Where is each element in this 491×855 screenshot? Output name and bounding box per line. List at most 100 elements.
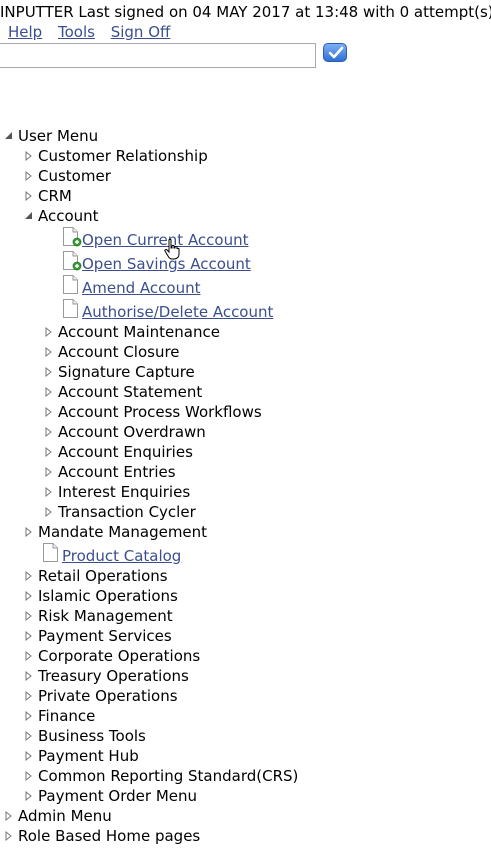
menu-folder-account-statement[interactable]: Account Statement — [0, 382, 491, 402]
help-link[interactable]: Help — [8, 23, 42, 41]
tools-link[interactable]: Tools — [58, 23, 95, 41]
collapsed-arrow-icon[interactable] — [23, 666, 35, 686]
menu-folder-admin-menu[interactable]: Admin Menu — [0, 806, 491, 826]
menu-folder-account-entries[interactable]: Account Entries — [0, 462, 491, 482]
collapsed-arrow-icon[interactable] — [23, 522, 35, 542]
collapsed-arrow-icon[interactable] — [23, 146, 35, 166]
menu-folder-crm[interactable]: CRM — [0, 186, 491, 206]
menu-item-label[interactable]: Common Reporting Standard(CRS) — [38, 766, 298, 786]
collapsed-arrow-icon[interactable] — [23, 726, 35, 746]
menu-item-label[interactable]: Account — [38, 206, 99, 226]
menu-item-label[interactable]: Product Catalog — [62, 544, 181, 568]
menu-item-label[interactable]: Transaction Cycler — [58, 502, 196, 522]
menu-item-label[interactable]: Account Maintenance — [58, 322, 220, 342]
sign-off-link[interactable]: Sign Off — [111, 23, 171, 41]
menu-item-label[interactable]: Payment Order Menu — [38, 786, 197, 806]
collapsed-arrow-icon[interactable] — [43, 362, 55, 382]
menu-folder-signature-capture[interactable]: Signature Capture — [0, 362, 491, 382]
collapsed-arrow-icon[interactable] — [3, 806, 15, 826]
collapsed-arrow-icon[interactable] — [23, 786, 35, 806]
menu-item-label[interactable]: Treasury Operations — [38, 666, 189, 686]
menu-item-label[interactable]: Business Tools — [38, 726, 146, 746]
menu-item-label[interactable]: Payment Services — [38, 626, 172, 646]
menu-item-label[interactable]: Role Based Home pages — [18, 826, 200, 846]
menu-folder-account-overdrawn[interactable]: Account Overdrawn — [0, 422, 491, 442]
collapsed-arrow-icon[interactable] — [23, 166, 35, 186]
menu-item-label[interactable]: Finance — [38, 706, 95, 726]
menu-folder-islamic-operations[interactable]: Islamic Operations — [0, 586, 491, 606]
collapsed-arrow-icon[interactable] — [43, 402, 55, 422]
menu-item-label[interactable]: Account Statement — [58, 382, 202, 402]
menu-folder-payment-services[interactable]: Payment Services — [0, 626, 491, 646]
menu-link-open-savings-account[interactable]: Open Savings Account — [0, 250, 491, 274]
collapsed-arrow-icon[interactable] — [23, 606, 35, 626]
menu-item-label[interactable]: Corporate Operations — [38, 646, 200, 666]
menu-item-label[interactable]: Retail Operations — [38, 566, 168, 586]
collapsed-arrow-icon[interactable] — [23, 646, 35, 666]
menu-folder-account-closure[interactable]: Account Closure — [0, 342, 491, 362]
menu-folder-private-operations[interactable]: Private Operations — [0, 686, 491, 706]
menu-item-label[interactable]: Account Overdrawn — [58, 422, 206, 442]
collapsed-arrow-icon[interactable] — [43, 442, 55, 462]
menu-folder-account[interactable]: Account — [0, 206, 491, 226]
menu-folder-role-based-home-pages[interactable]: Role Based Home pages — [0, 826, 491, 846]
collapsed-arrow-icon[interactable] — [23, 706, 35, 726]
menu-link-product-catalog[interactable]: Product Catalog — [0, 542, 491, 566]
collapsed-arrow-icon[interactable] — [43, 342, 55, 362]
menu-folder-customer-relationship[interactable]: Customer Relationship — [0, 146, 491, 166]
collapsed-arrow-icon[interactable] — [23, 686, 35, 706]
menu-item-label[interactable]: Customer Relationship — [38, 146, 208, 166]
go-button[interactable] — [323, 43, 347, 62]
menu-item-label[interactable]: User Menu — [18, 126, 98, 146]
collapsed-arrow-icon[interactable] — [43, 382, 55, 402]
collapsed-arrow-icon[interactable] — [23, 766, 35, 786]
collapsed-arrow-icon[interactable] — [3, 826, 15, 846]
menu-folder-finance[interactable]: Finance — [0, 706, 491, 726]
menu-folder-risk-management[interactable]: Risk Management — [0, 606, 491, 626]
collapsed-arrow-icon[interactable] — [23, 566, 35, 586]
menu-item-label[interactable]: Account Closure — [58, 342, 180, 362]
menu-folder-retail-operations[interactable]: Retail Operations — [0, 566, 491, 586]
menu-item-label[interactable]: Signature Capture — [58, 362, 195, 382]
menu-folder-payment-order-menu[interactable]: Payment Order Menu — [0, 786, 491, 806]
menu-link-authorise-delete-account[interactable]: Authorise/Delete Account — [0, 298, 491, 322]
collapsed-arrow-icon[interactable] — [43, 502, 55, 522]
collapsed-arrow-icon[interactable] — [23, 186, 35, 206]
menu-folder-transaction-cycler[interactable]: Transaction Cycler — [0, 502, 491, 522]
menu-folder-common-reporting-standard[interactable]: Common Reporting Standard(CRS) — [0, 766, 491, 786]
menu-folder-payment-hub[interactable]: Payment Hub — [0, 746, 491, 766]
menu-item-label[interactable]: Payment Hub — [38, 746, 139, 766]
menu-folder-user-menu[interactable]: User Menu — [0, 126, 491, 146]
menu-folder-treasury-operations[interactable]: Treasury Operations — [0, 666, 491, 686]
expanded-arrow-icon[interactable] — [3, 126, 15, 146]
menu-folder-corporate-operations[interactable]: Corporate Operations — [0, 646, 491, 666]
collapsed-arrow-icon[interactable] — [43, 322, 55, 342]
menu-item-label[interactable]: CRM — [38, 186, 72, 206]
collapsed-arrow-icon[interactable] — [43, 482, 55, 502]
menu-item-label[interactable]: Risk Management — [38, 606, 173, 626]
menu-link-amend-account[interactable]: Amend Account — [0, 274, 491, 298]
menu-folder-account-maintenance[interactable]: Account Maintenance — [0, 322, 491, 342]
menu-folder-account-process-workflows[interactable]: Account Process Workflows — [0, 402, 491, 422]
menu-item-label[interactable]: Account Process Workflows — [58, 402, 262, 422]
collapsed-arrow-icon[interactable] — [23, 746, 35, 766]
collapsed-arrow-icon[interactable] — [23, 626, 35, 646]
menu-item-label[interactable]: Account Entries — [58, 462, 176, 482]
menu-item-label[interactable]: Interest Enquiries — [58, 482, 190, 502]
menu-item-label[interactable]: Account Enquiries — [58, 442, 193, 462]
collapsed-arrow-icon[interactable] — [43, 422, 55, 442]
collapsed-arrow-icon[interactable] — [43, 462, 55, 482]
menu-folder-mandate-management[interactable]: Mandate Management — [0, 522, 491, 542]
collapsed-arrow-icon[interactable] — [23, 586, 35, 606]
menu-item-label[interactable]: Authorise/Delete Account — [82, 300, 273, 324]
menu-folder-business-tools[interactable]: Business Tools — [0, 726, 491, 746]
menu-folder-interest-enquiries[interactable]: Interest Enquiries — [0, 482, 491, 502]
menu-folder-account-enquiries[interactable]: Account Enquiries — [0, 442, 491, 462]
menu-item-label[interactable]: Private Operations — [38, 686, 178, 706]
menu-item-label[interactable]: Mandate Management — [38, 522, 207, 542]
menu-link-open-current-account[interactable]: Open Current Account — [0, 226, 491, 250]
menu-item-label[interactable]: Islamic Operations — [38, 586, 178, 606]
command-input[interactable] — [0, 43, 316, 68]
menu-folder-customer[interactable]: Customer — [0, 166, 491, 186]
menu-item-label[interactable]: Amend Account — [82, 276, 200, 300]
